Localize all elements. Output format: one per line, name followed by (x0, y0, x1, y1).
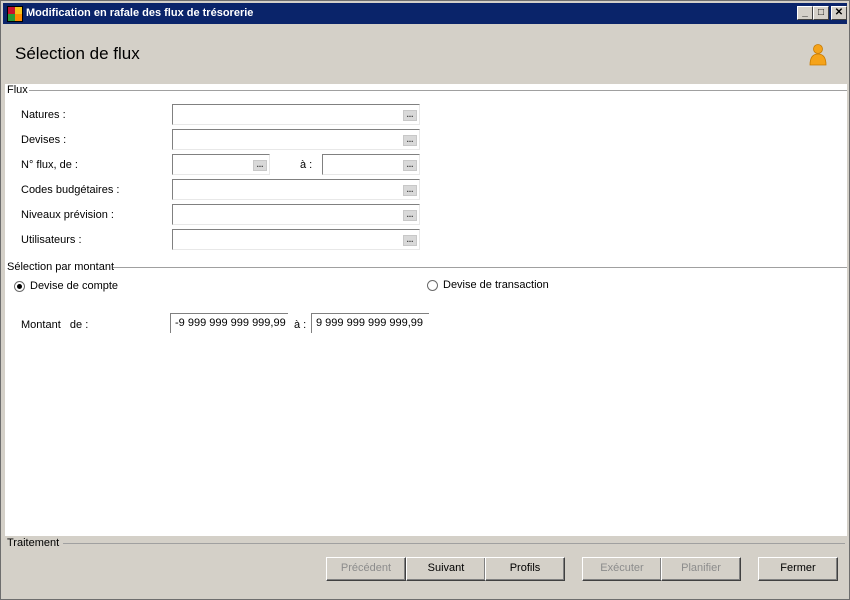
natures-browse-button[interactable]: ... (403, 110, 417, 121)
flux-number-from-input[interactable]: ... (172, 154, 270, 175)
budget-codes-input[interactable]: ... (172, 179, 420, 200)
title-bar[interactable]: Modification en rafale des flux de tréso… (3, 3, 847, 24)
footer: Traitement Précédent Suivant Profils Exé… (3, 536, 847, 598)
user-icon[interactable] (809, 44, 827, 66)
devises-label: Devises : (21, 134, 67, 146)
flux-group-label: Flux (7, 84, 30, 96)
window-title: Modification en rafale des flux de tréso… (26, 7, 254, 19)
amount-group-divider (113, 267, 847, 268)
close-window-button[interactable]: ✕ (831, 6, 847, 20)
forecast-levels-input[interactable]: ... (172, 204, 420, 225)
header: Sélection de flux (3, 24, 847, 84)
flux-group-divider (29, 90, 847, 91)
devises-input[interactable]: ... (172, 129, 420, 150)
next-button[interactable]: Suivant (406, 557, 486, 581)
previous-button[interactable]: Précédent (326, 557, 406, 581)
processing-group-label: Traitement (7, 537, 62, 549)
forecast-levels-browse-button[interactable]: ... (403, 210, 417, 221)
processing-group-divider (63, 543, 845, 544)
flux-number-to-browse-button[interactable]: ... (403, 160, 417, 171)
natures-label: Natures : (21, 109, 66, 121)
amount-to-label: à : (294, 319, 307, 331)
flux-number-from-label: N° flux, de : (21, 159, 78, 171)
amount-group-label: Sélection par montant (7, 261, 117, 273)
amount-from-input[interactable]: -9 999 999 999 999,99 (170, 313, 288, 333)
execute-button[interactable]: Exécuter (582, 557, 662, 581)
maximize-button[interactable]: □ (813, 6, 829, 20)
radio-transaction-currency-label[interactable]: Devise de transaction (443, 279, 549, 291)
amount-from-label: Montant de : (21, 319, 89, 331)
amount-to-input[interactable]: 9 999 999 999 999,99 (311, 313, 429, 333)
close-button[interactable]: Fermer (758, 557, 838, 581)
app-icon (7, 6, 23, 22)
devises-browse-button[interactable]: ... (403, 135, 417, 146)
minimize-button[interactable]: _ (797, 6, 813, 20)
users-label: Utilisateurs : (21, 234, 82, 246)
budget-codes-label: Codes budgétaires : (21, 184, 120, 196)
flux-number-to-input[interactable]: ... (322, 154, 420, 175)
flux-number-to-label: à : (300, 159, 313, 171)
radio-transaction-currency-circle[interactable] (427, 280, 438, 291)
page-title: Sélection de flux (15, 44, 140, 63)
radio-account-currency-label[interactable]: Devise de compte (30, 280, 118, 292)
content-area: Flux Natures : ... Devises : ... N° flux… (5, 84, 847, 536)
forecast-levels-label: Niveaux prévision : (21, 209, 114, 221)
users-browse-button[interactable]: ... (403, 235, 417, 246)
profiles-button[interactable]: Profils (485, 557, 565, 581)
natures-input[interactable]: ... (172, 104, 420, 125)
budget-codes-browse-button[interactable]: ... (403, 185, 417, 196)
flux-number-from-browse-button[interactable]: ... (253, 160, 267, 171)
users-input[interactable]: ... (172, 229, 420, 250)
radio-account-currency-circle[interactable] (14, 281, 25, 292)
main-window: Modification en rafale des flux de tréso… (0, 0, 850, 600)
schedule-button[interactable]: Planifier (661, 557, 741, 581)
